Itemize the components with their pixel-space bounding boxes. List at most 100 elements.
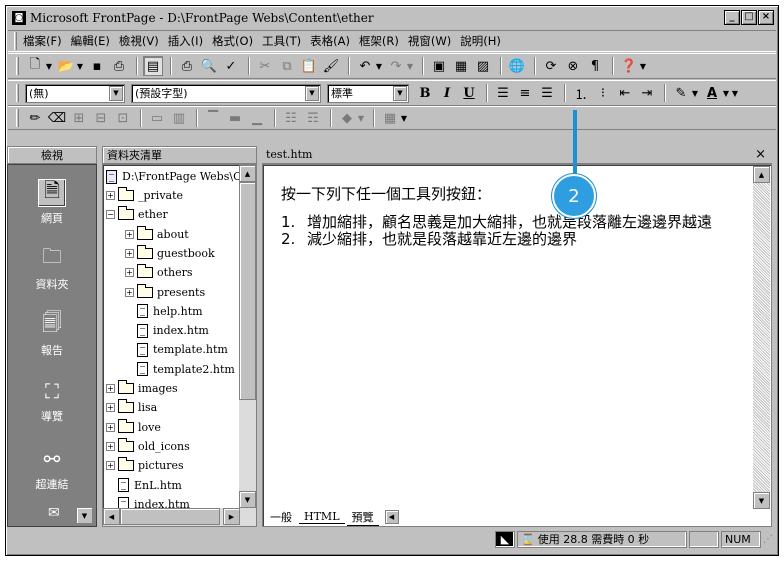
eraser-icon[interactable]: ⌫ [47, 108, 67, 128]
menu-view[interactable]: 檢視(V) [119, 33, 159, 49]
menu-table[interactable]: 表格(A) [310, 33, 350, 49]
tree-item[interactable]: + others [125, 263, 193, 282]
tree-item[interactable]: + pictures [106, 456, 184, 475]
new-page-icon[interactable]: 🗋 [25, 56, 45, 76]
stop-icon[interactable]: ⊗ [563, 56, 583, 76]
bulleted-list-icon[interactable]: ⁝ [593, 83, 613, 103]
chevron-down-icon[interactable]: ▼ [393, 85, 407, 101]
editor-vscroll[interactable]: ▲ ▼ [753, 166, 770, 509]
scroll-up-button[interactable]: ▲ [239, 165, 256, 182]
minimize-button[interactable]: _ [724, 10, 740, 25]
hscroll-thumb[interactable] [120, 508, 220, 525]
scroll-down-button[interactable]: ▼ [239, 491, 256, 508]
chevron-down-icon[interactable]: ▼ [109, 85, 123, 101]
increase-indent-icon[interactable]: ⇥ [637, 83, 657, 103]
font-size-select[interactable]: 標準 ▼ [327, 83, 409, 103]
tree-item[interactable]: + old_icons [106, 437, 190, 456]
view-folders[interactable]: 🗀 資料夾 [8, 244, 96, 292]
align-right-icon[interactable]: ☰ [537, 83, 557, 103]
refresh-icon[interactable]: ⟳ [541, 56, 561, 76]
document-content[interactable]: 按一下列下任一個工具列按鈕： 1. 增加縮排，顧名思義是加大縮排，也就是段落離左邊… [281, 183, 741, 248]
split-cells-icon[interactable]: ▥ [169, 108, 189, 128]
tree-item[interactable]: + presents [125, 283, 205, 302]
insert-columns-icon[interactable]: ⊟ [91, 108, 111, 128]
help-icon[interactable]: ❓ [619, 56, 639, 76]
publish-web-icon[interactable]: ⎙ [109, 56, 129, 76]
undo-dropdown-icon[interactable]: ▼ [374, 56, 384, 76]
spelling-icon[interactable]: ✓ [221, 56, 241, 76]
tree-item[interactable]: − ether [106, 205, 168, 224]
align-top-icon[interactable]: ▔ [203, 108, 223, 128]
align-bottom-icon[interactable]: ▁ [247, 108, 267, 128]
toolbar-options-icon[interactable]: ▼ [399, 108, 409, 128]
menu-grip[interactable] [14, 32, 17, 50]
close-button[interactable]: × [758, 10, 774, 25]
view-navigation[interactable]: ⛶ 導覽 [8, 377, 96, 424]
expand-icon[interactable]: + [125, 248, 134, 258]
view-page[interactable]: 🗎 網頁 [8, 178, 96, 226]
scroll-up-button[interactable]: ▲ [753, 166, 770, 183]
tree-item[interactable]: template2.htm [125, 360, 235, 379]
editor-tab[interactable]: test.htm × [262, 146, 772, 164]
menu-file[interactable]: 檔案(F) [23, 33, 62, 49]
menu-window[interactable]: 視窗(W) [408, 33, 451, 49]
paste-icon[interactable]: 📋 [299, 56, 319, 76]
tree-item[interactable]: + lisa [106, 398, 157, 417]
style-select[interactable]: (無) ▼ [25, 83, 125, 103]
tab-normal[interactable]: 一般 [265, 509, 297, 525]
editor-area[interactable]: 按一下列下任一個工具列按鈕： 1. 增加縮排，顧名思義是加大縮排，也就是段落離左邊… [262, 164, 772, 527]
menu-tools[interactable]: 工具(T) [262, 33, 301, 49]
scroll-left-button[interactable]: ◀ [103, 508, 120, 525]
font-select[interactable]: (預設字型) ▼ [131, 83, 321, 103]
expand-icon[interactable]: + [106, 441, 115, 451]
scroll-down-button[interactable]: ▼ [753, 492, 770, 509]
resize-grip-icon[interactable]: ⋰ [763, 534, 777, 545]
distribute-rows-icon[interactable]: ☷ [281, 108, 301, 128]
insert-rows-icon[interactable]: ⊞ [69, 108, 89, 128]
expand-icon[interactable]: + [125, 268, 134, 278]
toolbar-grip[interactable] [16, 57, 19, 75]
show-all-icon[interactable]: ¶ [585, 56, 605, 76]
frontpage-app-icon[interactable]: ◙ [12, 11, 26, 25]
undo-icon[interactable]: ↶ [355, 56, 375, 76]
folder-vscroll[interactable]: ▲ ▼ [239, 165, 256, 508]
expand-icon[interactable]: + [125, 229, 134, 239]
expand-icon[interactable]: + [106, 191, 115, 200]
copy-icon[interactable]: ⧉ [277, 56, 297, 76]
expand-icon[interactable]: + [106, 384, 115, 393]
fill-color-icon[interactable]: ◆ [337, 108, 357, 128]
distribute-columns-icon[interactable]: ☶ [303, 108, 323, 128]
expand-icon[interactable]: + [106, 422, 115, 432]
tab-scroll-icon[interactable]: ◀ [384, 510, 399, 524]
chevron-down-icon[interactable]: ▼ [305, 85, 319, 101]
decrease-indent-icon[interactable]: ⇤ [615, 83, 635, 103]
view-reports[interactable]: 🗐 報告 [8, 310, 96, 358]
view-hyperlinks[interactable]: ⚯ 超連結 [8, 445, 96, 492]
tab-html[interactable]: HTML [299, 510, 345, 524]
views-scroll-down-button[interactable]: ▼ [76, 507, 93, 524]
tree-item[interactable]: EnL.htm [106, 476, 182, 495]
tree-item[interactable]: help.htm [125, 302, 203, 321]
align-center-icon[interactable]: ≡ [515, 83, 535, 103]
save-icon[interactable]: ▪ [87, 56, 107, 76]
menu-format[interactable]: 格式(O) [212, 33, 253, 49]
close-document-icon[interactable]: × [755, 147, 766, 162]
italic-button[interactable]: I [437, 83, 457, 103]
highlight-dropdown-icon[interactable]: ▼ [690, 83, 700, 103]
toolbar-options-icon[interactable]: ▼ [730, 83, 740, 103]
tree-root[interactable]: D:\FrontPage Webs\Cor [106, 167, 253, 186]
insert-table-icon[interactable]: ▦ [451, 56, 471, 76]
menu-edit[interactable]: 編輯(E) [71, 33, 110, 49]
redo-icon[interactable]: ↷ [386, 56, 406, 76]
expand-icon[interactable]: + [106, 403, 115, 413]
bold-button[interactable]: B [415, 83, 435, 103]
autofit-icon[interactable]: ▦ [380, 108, 400, 128]
center-vertically-icon[interactable]: ▬ [225, 108, 245, 128]
tree-item[interactable]: template.htm [125, 340, 228, 359]
maximize-button[interactable]: □ [741, 10, 757, 25]
align-left-icon[interactable]: ☰ [493, 83, 513, 103]
menu-help[interactable]: 說明(H) [460, 33, 501, 49]
redo-dropdown-icon[interactable]: ▼ [405, 56, 415, 76]
tree-item[interactable]: + about [125, 225, 189, 244]
numbered-list-icon[interactable]: ⒈ [571, 83, 591, 103]
